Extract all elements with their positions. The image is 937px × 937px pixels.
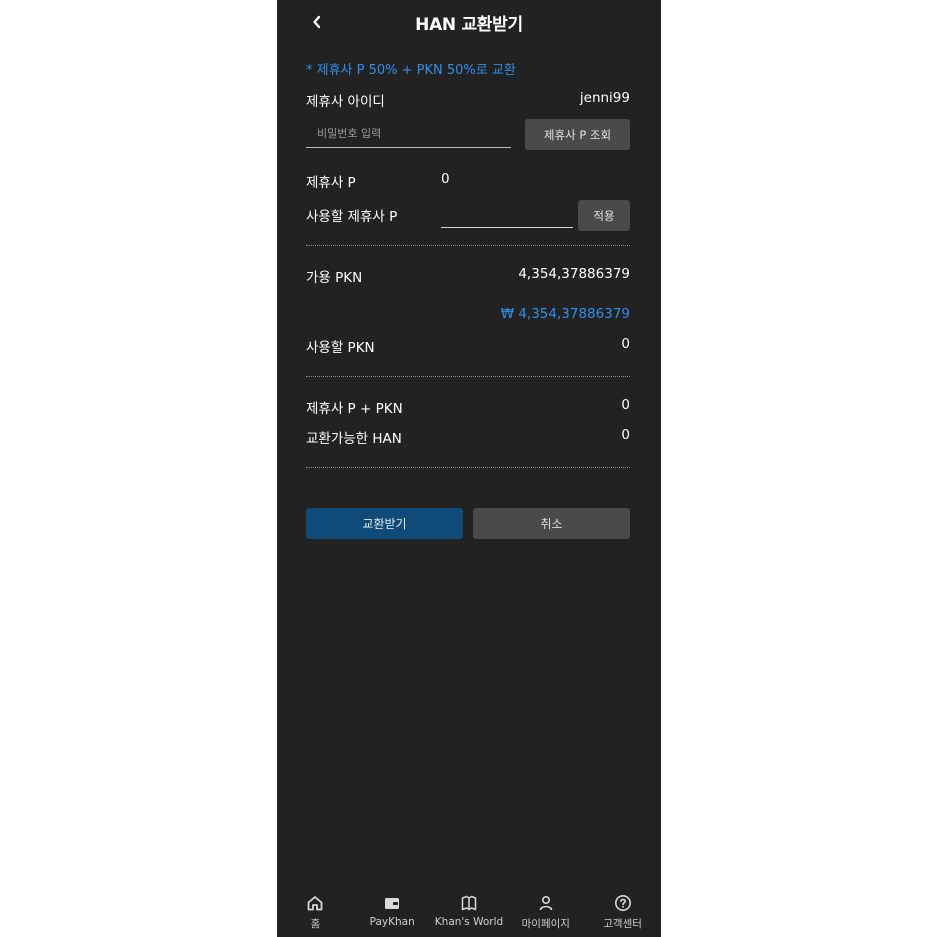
nav-item-khans-world[interactable]: Khan's World [431, 887, 508, 937]
available-pkn-label: 가용 PKN [306, 270, 363, 286]
partner-id-label: 제휴사 아이디 [306, 94, 385, 110]
nav-item-home[interactable]: 홈 [277, 887, 354, 937]
apply-button[interactable]: 적용 [578, 200, 630, 231]
nav-label: 고객센터 [603, 918, 642, 930]
available-pkn-value: 4,354,37886379 [518, 266, 630, 282]
password-input[interactable] [306, 120, 511, 148]
divider [306, 376, 630, 377]
exchangeable-han-label: 교환가능한 HAN [306, 431, 402, 447]
header: HAN 교환받기 [277, 0, 661, 44]
divider [306, 245, 630, 246]
cancel-button[interactable]: 취소 [473, 508, 630, 539]
nav-label: 마이페이지 [521, 918, 570, 930]
wallet-icon [382, 893, 402, 913]
nav-item-support[interactable]: 고객센터 [584, 887, 661, 937]
exchange-notice: * 제휴사 P 50% + PKN 50%로 교환 [306, 63, 516, 78]
person-icon [536, 893, 556, 913]
exchangeable-han-value: 0 [621, 427, 630, 443]
partner-points-value: 0 [441, 171, 450, 187]
partner-points-label: 제휴사 P [306, 175, 356, 191]
partner-id-value: jenni99 [579, 90, 630, 106]
nav-label: Khan's World [434, 916, 504, 928]
divider [306, 467, 630, 468]
exchange-button[interactable]: 교환받기 [306, 508, 463, 539]
book-icon [459, 893, 479, 913]
nav-item-paykhan[interactable]: PayKhan [354, 887, 431, 937]
sum-value: 0 [621, 397, 630, 413]
use-partner-points-input[interactable] [441, 204, 573, 228]
nav-label: PayKhan [369, 916, 415, 928]
partner-points-lookup-button[interactable]: 제휴사 P 조회 [525, 119, 630, 150]
use-partner-points-label: 사용할 제휴사 P [306, 209, 398, 225]
help-circle-icon [613, 893, 633, 913]
phone-screen: HAN 교환받기 * 제휴사 P 50% + PKN 50%로 교환 제휴사 아… [277, 0, 661, 937]
nav-item-mypage[interactable]: 마이페이지 [507, 887, 584, 937]
sum-label: 제휴사 P + PKN [306, 401, 403, 417]
nav-label: 홈 [310, 918, 321, 930]
use-pkn-label: 사용할 PKN [306, 340, 375, 356]
page-title: HAN 교환받기 [415, 15, 523, 35]
home-icon [305, 893, 325, 913]
use-pkn-value: 0 [621, 336, 630, 352]
available-pkn-won-value: ₩ 4,354,37886379 [500, 306, 630, 322]
bottom-nav: 홈 PayKhan Khan's World 마이페이지 고객센터 [277, 887, 661, 937]
